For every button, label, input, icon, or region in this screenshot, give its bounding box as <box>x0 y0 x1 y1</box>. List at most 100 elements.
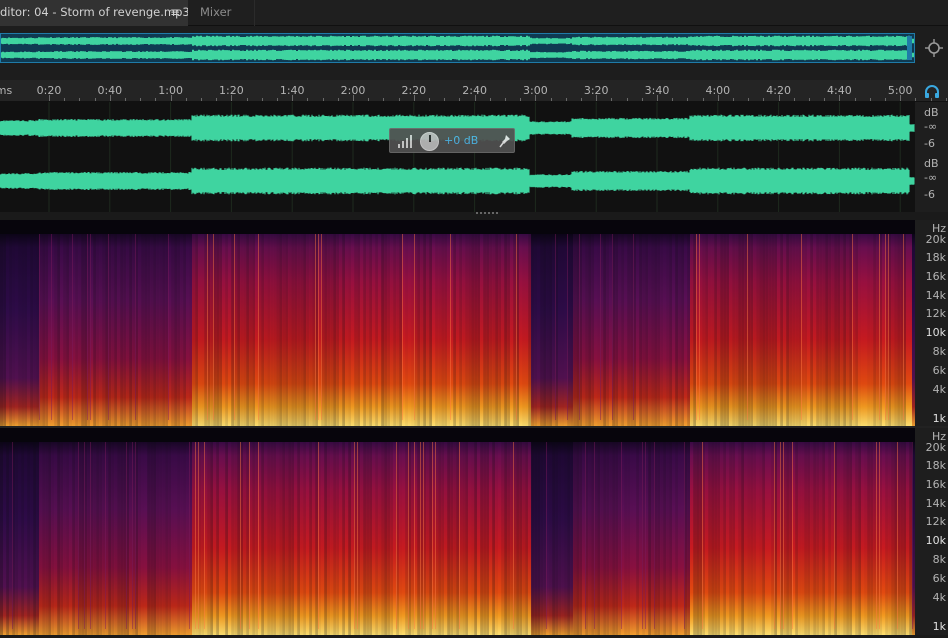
hz-scale-top: Hz 20k 18k 16k 14k 12k 10k 8k 6k 4k 1k <box>915 220 948 426</box>
volume-knob[interactable] <box>420 132 439 151</box>
ruler-minor-tick <box>581 98 582 101</box>
ruler-tick <box>353 95 354 101</box>
ruler-minor-tick <box>915 98 917 101</box>
hz-label: 1k <box>932 620 946 633</box>
divider-grip-icon[interactable] <box>476 211 500 215</box>
ruler-tick <box>474 95 476 101</box>
ruler-minor-tick <box>337 98 339 101</box>
overview-scroll-handle <box>907 36 912 60</box>
db-minus6-top: -6 <box>924 137 935 150</box>
hz-label: 12k <box>925 515 946 528</box>
ruler-tick <box>778 95 780 101</box>
volume-hud[interactable]: +0 dB <box>389 128 515 153</box>
waveform-channel <box>0 167 915 195</box>
ruler-minor-tick <box>277 98 278 101</box>
spectrogram-right-image <box>0 428 915 635</box>
db-unit-bottom: dB <box>924 157 939 170</box>
ruler-tick <box>292 95 294 101</box>
ruler-minor-tick <box>885 98 886 101</box>
hz-label: 10k <box>925 534 946 547</box>
ruler-minor-tick <box>793 98 795 101</box>
ruler-tick <box>717 95 719 101</box>
ruler-minor-tick <box>155 98 157 101</box>
ruler-minor-tick <box>809 98 810 101</box>
ruler-minor-tick <box>201 98 202 101</box>
overview-channel-wave <box>1 35 914 47</box>
zoom-selection-icon[interactable] <box>924 38 944 58</box>
ruler-minor-tick <box>307 98 309 101</box>
ruler-minor-tick <box>565 98 567 101</box>
ruler-minor-tick <box>672 98 674 101</box>
ruler-tick <box>535 95 537 101</box>
ruler-minor-tick <box>444 98 446 101</box>
spectrogram-left-channel[interactable] <box>0 220 915 426</box>
overview-waveform <box>1 35 914 61</box>
hz-label: 4k <box>932 591 946 604</box>
ruler-tick <box>413 95 415 101</box>
hz-label: 14k <box>925 497 946 510</box>
ruler-minor-tick <box>64 98 66 101</box>
db-minus6-bottom: -6 <box>924 188 935 201</box>
ruler-minor-tick <box>550 98 552 101</box>
ruler-minor-tick <box>854 98 856 101</box>
ruler-minor-tick <box>216 98 218 101</box>
waveform-channels <box>0 102 915 212</box>
ruler-tick <box>657 95 658 101</box>
ruler-minor-tick <box>687 98 689 101</box>
spectrogram-left-image <box>0 220 915 426</box>
ruler-minor-tick <box>322 98 324 101</box>
ruler-minor-tick <box>641 98 643 101</box>
hz-label: 20k <box>925 233 946 246</box>
hz-label: 10k <box>925 326 946 339</box>
overview-channel-wave <box>1 49 914 61</box>
ruler-minor-tick <box>611 98 613 101</box>
ruler-minor-tick <box>824 98 826 101</box>
tab-editor[interactable]: ditor: 04 - Storm of revenge.mp3 ≡ <box>0 0 188 26</box>
hz-label: 1k <box>932 412 946 425</box>
ruler-tick <box>596 95 598 101</box>
hz-label: 20k <box>925 441 946 454</box>
hamburger-menu-icon[interactable]: ≡ <box>170 0 180 25</box>
hz-scale-bottom: Hz 20k 18k 16k 14k 12k 10k 8k 6k 4k 1k <box>915 428 948 635</box>
tab-editor-label: ditor: 04 - Storm of revenge.mp3 <box>0 5 188 19</box>
ruler-minor-tick <box>520 98 522 101</box>
ruler-tick <box>109 95 111 101</box>
volume-value[interactable]: +0 dB <box>444 134 478 147</box>
tab-mixer[interactable]: Mixer <box>189 0 255 26</box>
time-ruler[interactable]: ms 0:20 0:40 1:00 1:20 1:40 2:00 2:20 2:40 3:00 3… <box>0 80 948 102</box>
pin-icon[interactable] <box>498 133 512 149</box>
db-scale: dB -∞ -6 dB -∞ -6 <box>915 102 948 212</box>
ruler-unit: ms <box>0 84 13 97</box>
hz-label: 16k <box>925 270 946 283</box>
ruler-tick <box>839 95 841 101</box>
tab-bar: ditor: 04 - Storm of revenge.mp3 ≡ Mixer <box>0 0 948 26</box>
ruler-minor-tick <box>429 98 430 101</box>
spectrogram-right-channel[interactable] <box>0 428 915 635</box>
ruler-minor-tick <box>79 98 81 101</box>
hz-label: 14k <box>925 289 946 302</box>
ruler-minor-tick <box>125 98 126 101</box>
ruler-minor-tick <box>702 98 704 101</box>
ruler-minor-tick <box>763 98 765 101</box>
tab-mixer-label: Mixer <box>200 5 232 19</box>
ruler-minor-tick <box>398 98 400 101</box>
headphones-icon[interactable] <box>924 84 940 99</box>
hz-label: 18k <box>925 251 946 264</box>
hz-label: 6k <box>932 364 946 377</box>
level-meter-icon <box>398 135 412 148</box>
ruler-minor-tick <box>733 98 734 101</box>
hz-label: 12k <box>925 307 946 320</box>
ruler-minor-tick <box>459 98 461 101</box>
panel-divider[interactable] <box>0 212 948 220</box>
ruler-tick <box>900 95 902 101</box>
hz-label: 18k <box>925 459 946 472</box>
ruler-minor-tick <box>368 98 370 101</box>
waveform-display[interactable] <box>0 102 915 212</box>
overview-navigator[interactable] <box>0 33 915 63</box>
ruler-minor-tick <box>261 98 263 101</box>
ruler-tick <box>49 95 50 101</box>
db-inf-top: -∞ <box>924 120 938 133</box>
hz-label: 16k <box>925 478 946 491</box>
ruler-minor-tick <box>383 98 385 101</box>
ruler-minor-tick <box>748 98 750 101</box>
